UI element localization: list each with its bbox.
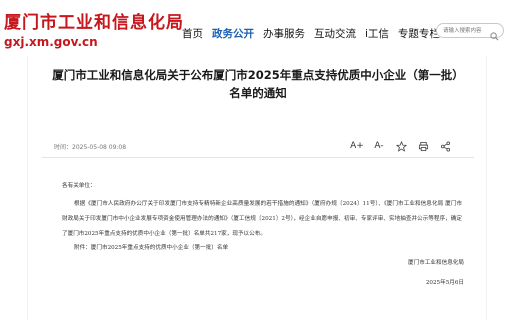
publish-time: 时间：2025-05-08 09:08 — [54, 144, 127, 151]
issuer-signature: 厦门市工业和信息化局 — [408, 260, 464, 266]
print-button[interactable] — [412, 138, 434, 154]
share-icon — [440, 141, 450, 151]
article-container: 厦门市工业和信息化局关于公布厦门市2025年重点支持优质中小企业（第一批）名单的… — [27, 56, 487, 320]
print-icon — [418, 141, 428, 151]
nav-item-topics[interactable]: 专题专栏 — [398, 26, 440, 41]
article-title: 厦门市工业和信息化局关于公布厦门市2025年重点支持优质中小企业（第一批）名单的… — [52, 68, 464, 100]
font-increase-icon: A+ — [350, 141, 364, 151]
nav-item-services[interactable]: 办事服务 — [263, 26, 305, 41]
share-button[interactable] — [434, 138, 456, 154]
site-logo-title[interactable]: 厦门市工业和信息化局 — [4, 8, 184, 33]
issue-date: 2025年5月6日 — [425, 280, 464, 286]
meta-divider — [42, 157, 474, 158]
nav-item-home[interactable]: 首页 — [182, 26, 203, 41]
body-paragraph: 根据《厦门市人民政府办公厅关于印发厦门市支持专精特新企业高质量发展的若干措施的通… — [62, 201, 462, 237]
site-domain: gxj.xm.gov.cn — [4, 35, 98, 49]
site-header: 厦门市工业和信息化局 gxj.xm.gov.cn 首页 政务公开 办事服务 互动… — [0, 0, 513, 56]
article-meta: 时间：2025-05-08 09:08 A+ A- — [42, 136, 474, 156]
nav-item-i-gongxin[interactable]: i工信 — [365, 26, 389, 41]
search-icon[interactable] — [490, 26, 499, 41]
nav-item-government-affairs[interactable]: 政务公开 — [212, 26, 254, 41]
main-nav: 首页 政务公开 办事服务 互动交流 i工信 专题专栏 — [182, 26, 449, 41]
article-tools: A+ A- — [346, 138, 456, 154]
search-input[interactable] — [443, 25, 489, 36]
favorite-button[interactable] — [390, 138, 412, 154]
star-icon — [395, 140, 407, 152]
font-increase-button[interactable]: A+ — [346, 138, 368, 154]
nav-item-interaction[interactable]: 互动交流 — [314, 26, 356, 41]
attachment-link[interactable]: 附件：厦门市2025年重点支持的优质中小企业（第一批）名单 — [62, 241, 462, 256]
search-box — [436, 23, 504, 41]
salutation: 各有关单位： — [62, 183, 96, 189]
font-decrease-button[interactable]: A- — [368, 138, 390, 154]
font-decrease-icon: A- — [374, 141, 384, 151]
